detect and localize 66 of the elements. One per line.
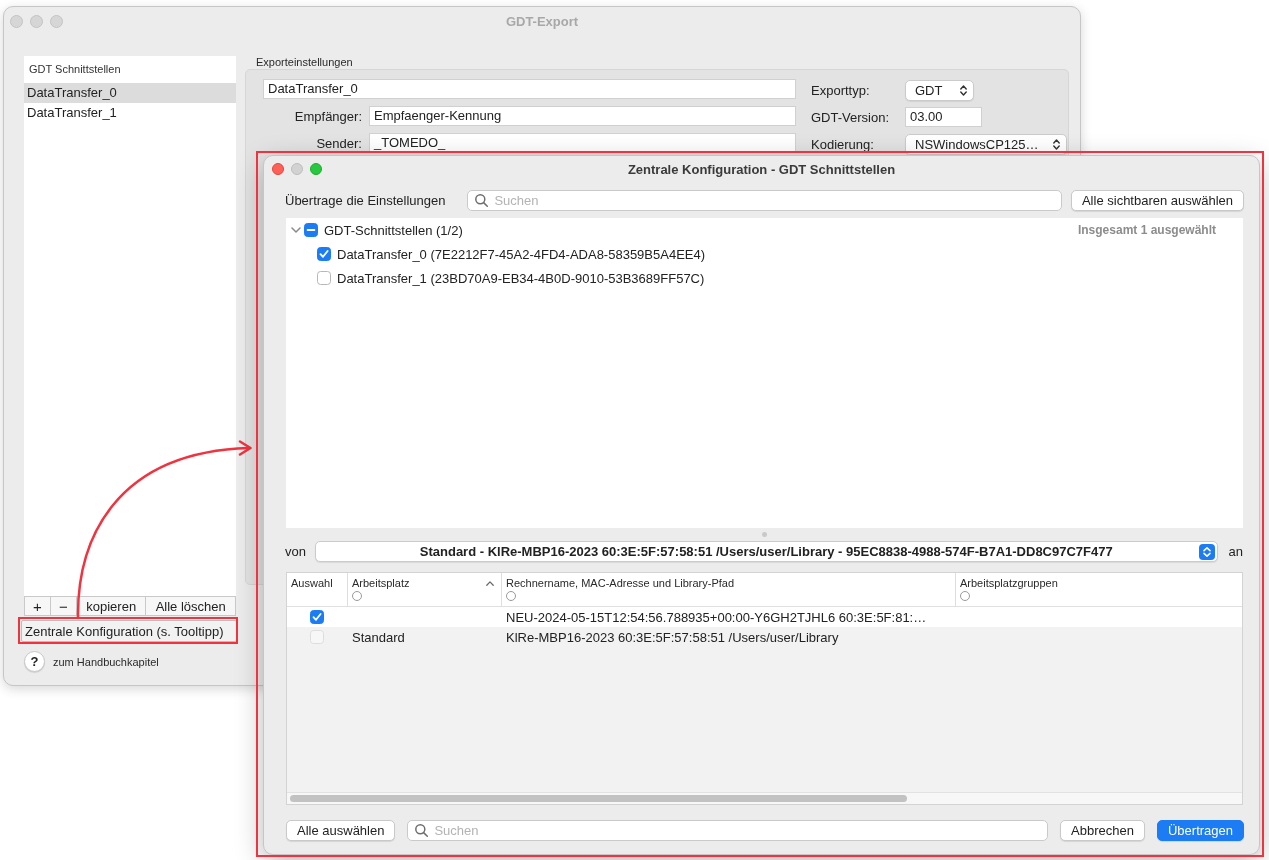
chevron-down-icon[interactable] [291, 227, 301, 233]
checkbox[interactable] [304, 223, 318, 237]
checkbox-label[interactable]: DataTransfer_1 (23BD70A9-EB34-4B0D-9010-53B3689FF57C) [337, 270, 705, 286]
transfer-label: Übertrage die Einstellungen [285, 193, 446, 208]
checkbox[interactable] [317, 247, 331, 261]
source-label: von [285, 544, 306, 559]
transfer-button[interactable]: Übertragen [1156, 820, 1244, 841]
zoom-button[interactable] [50, 14, 63, 28]
target-label: an [1228, 544, 1243, 559]
add-button[interactable]: + [25, 597, 51, 615]
column-header[interactable]: Arbeitsplatz [347, 573, 501, 606]
central-config-button[interactable]: Zentrale Konfiguration (s. Tooltipp) [21, 620, 237, 642]
checkbox[interactable] [317, 271, 331, 285]
minimize-button[interactable] [291, 163, 303, 175]
table-cell-text: NEU-2024-05-15T12:54:56.788935+00:00-Y6GH2TJHL6 60:3E:5F:81:… [505, 609, 928, 625]
copy-button[interactable]: kopieren [77, 597, 147, 615]
circle-icon[interactable] [352, 591, 362, 601]
circle-icon[interactable] [506, 591, 516, 601]
source-dropdown[interactable]: Standard - KlRe-MBP16-2023 60:3E:5F:57:58:51 /Users/user/Library - 95EC8838-4988-574F-B7A1-DD8C97C7F477 [314, 541, 1218, 562]
dropdown[interactable]: GDT [905, 79, 974, 101]
remove-button[interactable]: − [51, 597, 77, 615]
text-field[interactable]: Empfaenger-Kennung [369, 106, 796, 126]
column-header[interactable]: Auswahl [287, 573, 347, 606]
table-row[interactable]: NEU-2024-05-15T12:54:56.788935+00:00-Y6GH2TJHL6 60:3E:5F:81:… [287, 607, 1242, 627]
close-button[interactable] [272, 163, 284, 175]
checkbox-label[interactable]: DataTransfer_0 (7E2212F7-45A2-4FD4-ADA8-58359B5A4EE4) [337, 246, 706, 262]
field-label: GDT-Version: [811, 109, 891, 125]
updown-chevron-icon [1052, 138, 1060, 150]
field-label: Exporttyp: [811, 82, 871, 98]
list-item[interactable]: DataTransfer_1 [24, 103, 236, 123]
list-header: GDT Schnittstellen [28, 62, 122, 77]
help-button[interactable]: ? [24, 651, 45, 672]
cancel-button[interactable]: Abbrechen [1060, 820, 1145, 841]
updown-chevron-icon [960, 84, 967, 96]
search-icon [415, 824, 429, 837]
close-button[interactable] [10, 14, 23, 28]
dropdown[interactable]: NSWindowsCP125… [905, 133, 1067, 155]
circle-icon[interactable] [960, 591, 970, 601]
stepper-icon [1198, 543, 1215, 560]
window-title: GDT-Export [504, 13, 580, 29]
text-field[interactable]: 03.00 [905, 107, 982, 127]
field-label: Kodierung: [811, 136, 875, 152]
group-title: Exporteinstellungen [255, 56, 354, 69]
list-item[interactable]: DataTransfer_0 [24, 83, 236, 103]
select-all-button[interactable]: Alle auswählen [286, 820, 396, 841]
window-title: Zentrale Konfiguration - GDT Schnittstellen [626, 161, 897, 177]
field-label: Empfänger: [293, 108, 362, 124]
field-label: Sender: [315, 135, 362, 151]
zoom-button[interactable] [310, 163, 322, 175]
help-label: zum Handbuchkapitel [53, 655, 159, 668]
column-header[interactable]: Rechnername, MAC-Adresse und Library-Pfad [501, 573, 955, 606]
checkbox-label[interactable]: GDT-Schnittstellen (1/2) [324, 222, 463, 238]
selection-summary: Insgesamt 1 ausgewählt [1077, 222, 1217, 239]
minimize-button[interactable] [30, 14, 43, 28]
select-visible-button[interactable]: Alle sichtbaren auswählen [1070, 190, 1244, 211]
scrollbar-thumb[interactable] [290, 795, 907, 802]
text-field[interactable]: _TOMEDO_ [369, 133, 796, 153]
table-cell-text: Standard [351, 629, 406, 645]
name-field[interactable]: DataTransfer_0 [263, 79, 796, 99]
column-header[interactable]: Arbeitsplatzgruppen [955, 573, 1242, 606]
drag-handle-icon[interactable] [762, 532, 767, 537]
checkbox[interactable] [310, 610, 324, 624]
delete-all-button[interactable]: Alle löschen [146, 597, 235, 615]
search-icon [475, 194, 489, 207]
table-cell-text: KlRe-MBP16-2023 60:3E:5F:57:58:51 /Users/user/Library [505, 629, 840, 645]
sort-caret-icon[interactable] [486, 580, 494, 586]
